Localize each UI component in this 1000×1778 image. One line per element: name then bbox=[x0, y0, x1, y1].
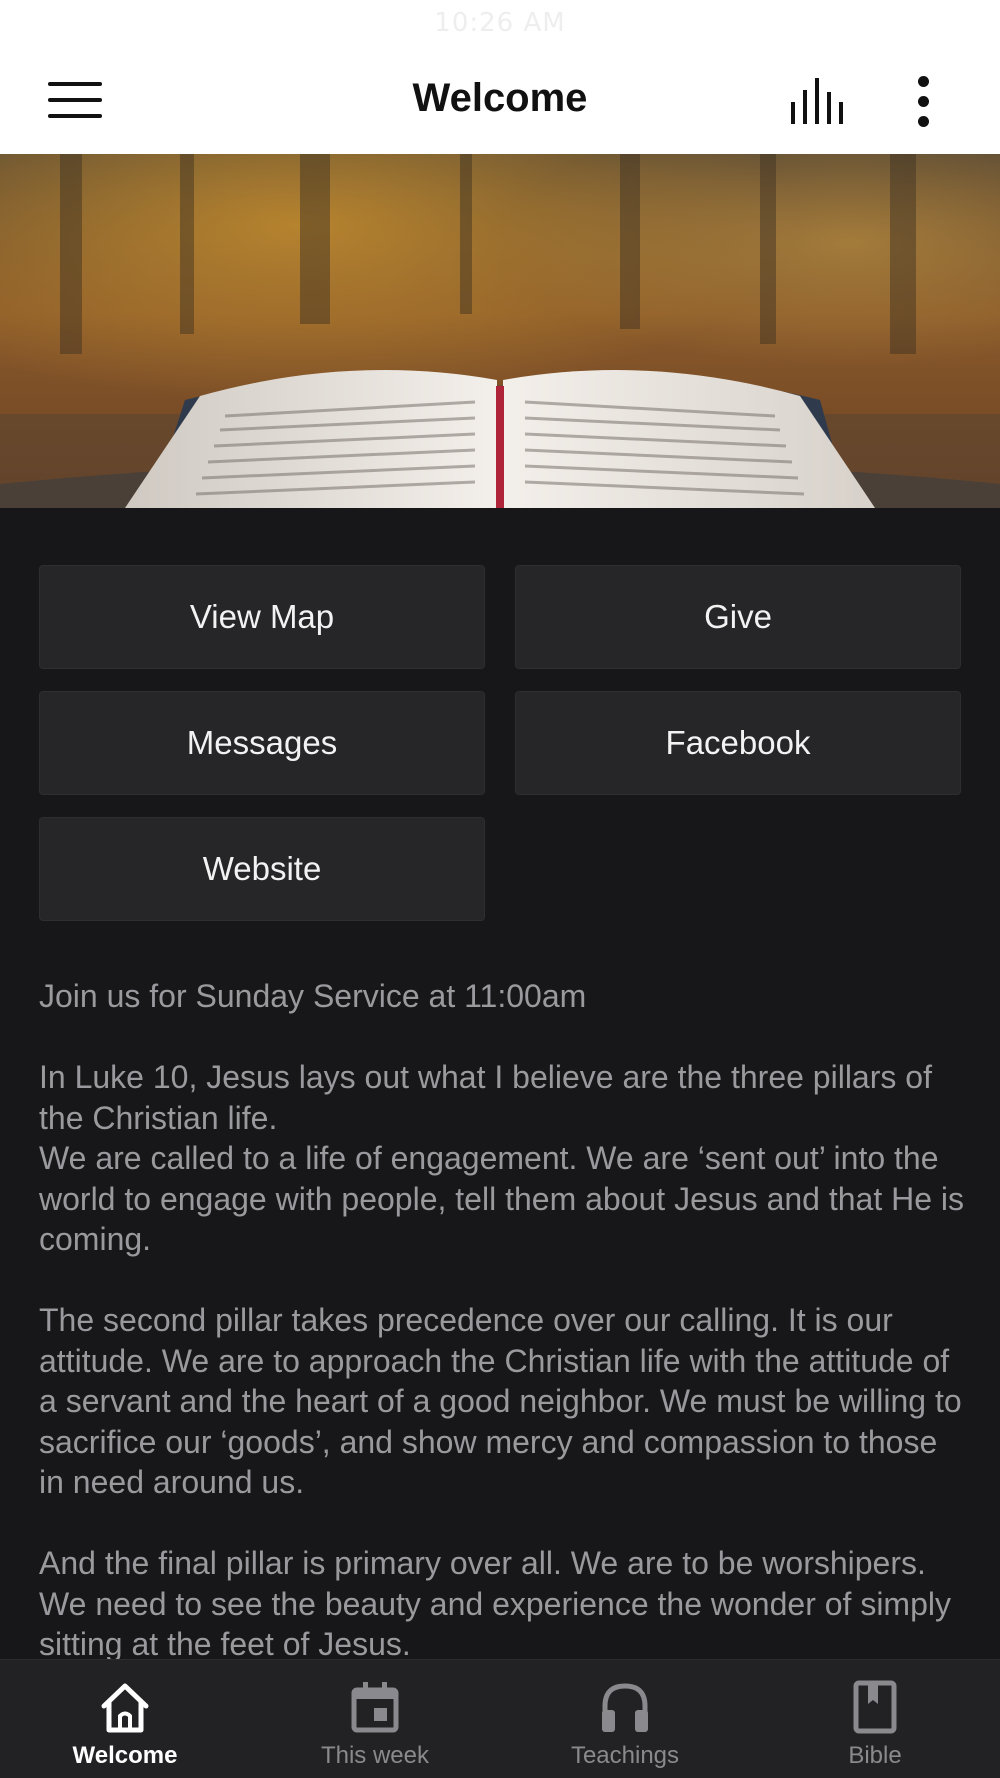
calendar-icon bbox=[351, 1682, 399, 1733]
give-button[interactable]: Give bbox=[515, 565, 961, 669]
audio-levels-icon[interactable] bbox=[790, 78, 846, 124]
content-paragraph: The second pillar takes precedence over … bbox=[39, 1302, 962, 1500]
bookmark-book-icon bbox=[853, 1680, 897, 1734]
website-button[interactable]: Website bbox=[39, 817, 485, 921]
facebook-button[interactable]: Facebook bbox=[515, 691, 961, 795]
view-map-button[interactable]: View Map bbox=[39, 565, 485, 669]
tab-teachings[interactable]: Teachings bbox=[500, 1660, 750, 1778]
tab-label: Teachings bbox=[570, 1742, 680, 1769]
bottom-navigation: Welcome This week Teachings Bible bbox=[0, 1659, 1000, 1778]
screen-frame: 10:26 AM Welcome View Map Give Messages … bbox=[0, 0, 1000, 1778]
home-icon bbox=[101, 1683, 149, 1733]
app-bar: 10:26 AM Welcome bbox=[0, 0, 1000, 154]
bible-image bbox=[0, 154, 1000, 508]
more-options-icon[interactable] bbox=[912, 76, 936, 128]
page-title: Welcome bbox=[412, 76, 588, 120]
hero-image bbox=[0, 154, 1000, 508]
tab-label: Bible bbox=[848, 1742, 902, 1769]
tab-welcome[interactable]: Welcome bbox=[0, 1660, 250, 1778]
content-paragraph: In Luke 10, Jesus lays out what I believ… bbox=[39, 1059, 965, 1257]
status-time: 10:26 AM bbox=[434, 8, 566, 38]
service-time-text: Join us for Sunday Service at 11:00am bbox=[39, 978, 587, 1014]
headphones-icon bbox=[602, 1683, 648, 1732]
app-screen: 10:26 AM Welcome View Map Give Messages … bbox=[0, 0, 1000, 1778]
messages-button[interactable]: Messages bbox=[39, 691, 485, 795]
welcome-content: Join us for Sunday Service at 11:00am In… bbox=[39, 976, 969, 1705]
tab-label: Welcome bbox=[72, 1742, 178, 1769]
tab-bible[interactable]: Bible bbox=[750, 1660, 1000, 1778]
content-paragraph: And the final pillar is primary over all… bbox=[39, 1545, 951, 1662]
tab-this-week[interactable]: This week bbox=[250, 1660, 500, 1778]
tab-label: This week bbox=[320, 1742, 430, 1769]
